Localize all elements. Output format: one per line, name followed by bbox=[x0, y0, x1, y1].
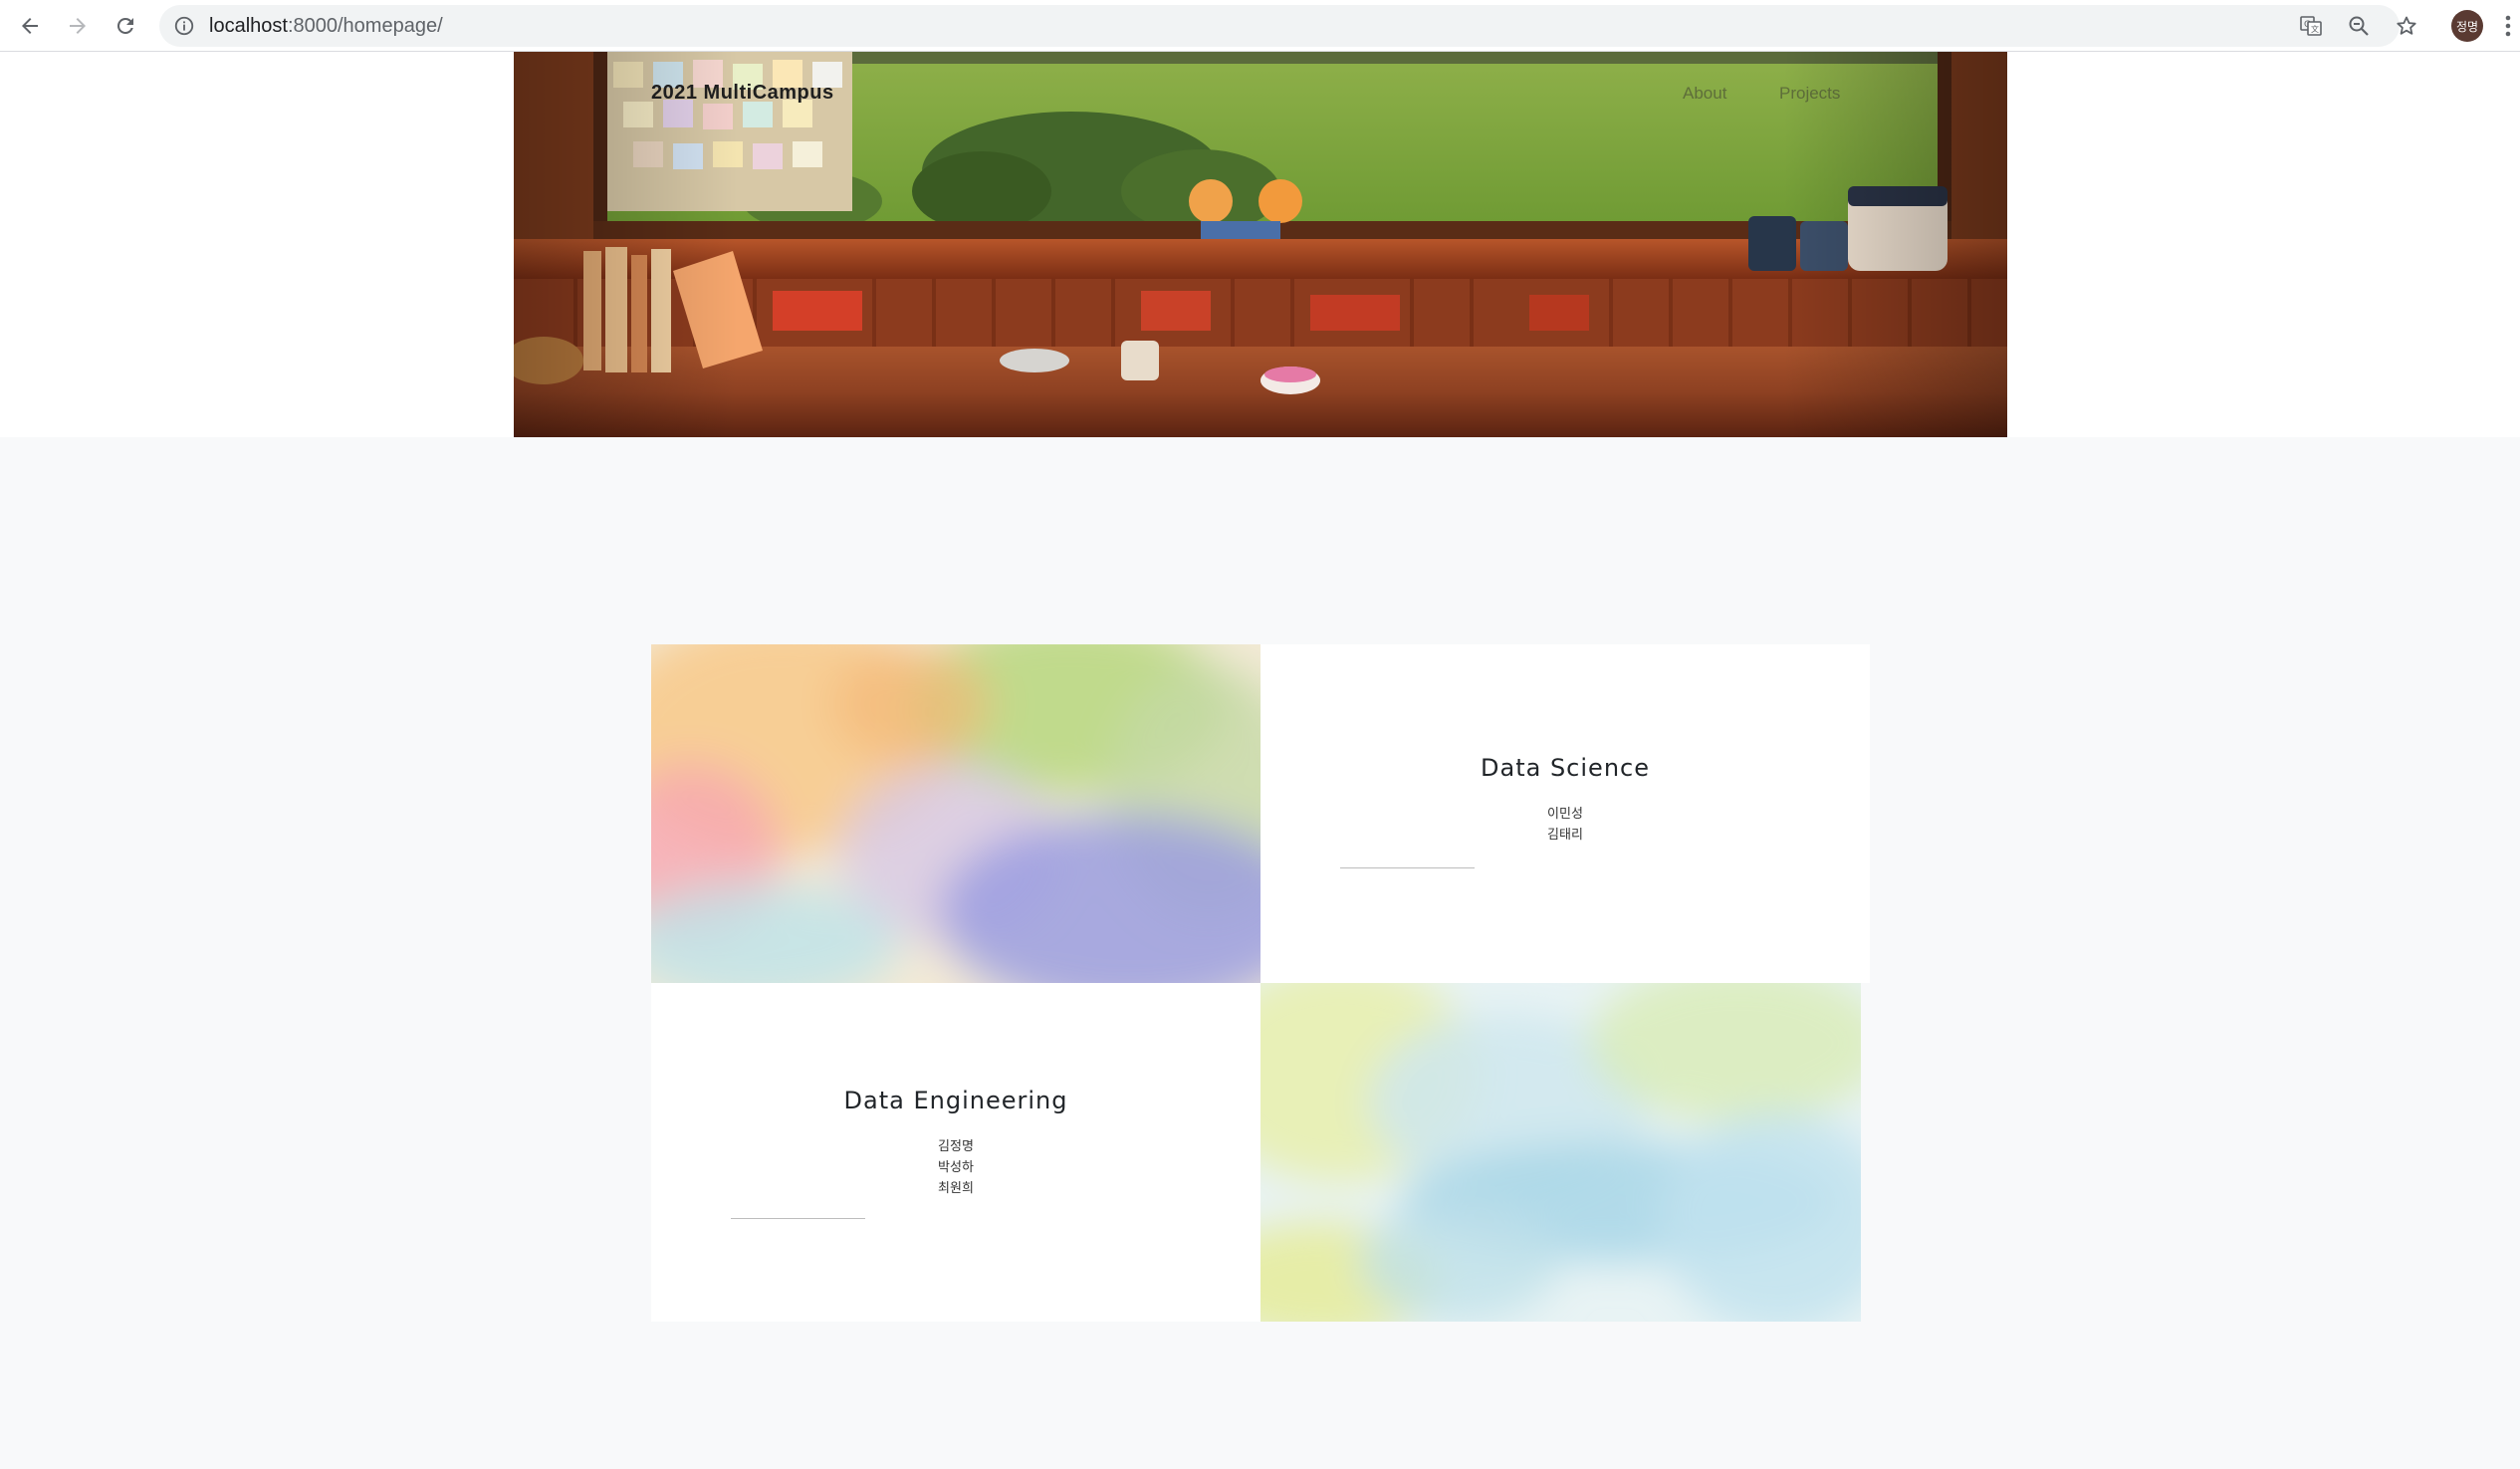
reload-button[interactable] bbox=[108, 8, 143, 44]
member-name: 최원희 bbox=[938, 1181, 974, 1196]
nav-link-about[interactable]: About bbox=[1683, 84, 1726, 104]
brand-logo[interactable]: 2021 MultiCampus bbox=[651, 82, 834, 105]
page-content: 2021 MultiCampus About Projects Data Sci… bbox=[0, 52, 2520, 1469]
divider bbox=[1340, 867, 1475, 868]
reload-icon bbox=[116, 17, 133, 34]
url-text[interactable]: localhost:8000/homepage/ bbox=[209, 5, 443, 47]
back-button[interactable] bbox=[12, 8, 48, 44]
zoom-out-icon bbox=[2349, 16, 2369, 36]
url-host: localhost bbox=[209, 15, 288, 37]
project-card-data-engineering[interactable]: Data Engineering 김정명 박성하 최원희 bbox=[651, 983, 1260, 1322]
menu-kebab-icon[interactable] bbox=[2501, 11, 2515, 41]
svg-text:文: 文 bbox=[2311, 24, 2319, 34]
forward-button[interactable] bbox=[60, 8, 96, 44]
profile-avatar[interactable]: 정명 bbox=[2451, 10, 2483, 42]
browser-toolbar: localhost:8000/homepage/ G 文 정명 bbox=[0, 0, 2520, 52]
star-icon bbox=[2397, 16, 2416, 35]
url-path: :8000/homepage/ bbox=[287, 15, 443, 37]
member-name: 박성하 bbox=[938, 1160, 974, 1175]
arrow-left-icon bbox=[22, 18, 38, 34]
nav-link-projects[interactable]: Projects bbox=[1779, 84, 1840, 104]
project-title: Data Engineering bbox=[843, 1087, 1068, 1114]
project-title: Data Science bbox=[1481, 754, 1650, 782]
translate-icon: G 文 bbox=[2300, 16, 2322, 36]
bookmark-button[interactable] bbox=[2392, 11, 2421, 41]
member-name: 김태리 bbox=[1547, 828, 1583, 843]
project-image-data-engineering bbox=[1260, 983, 1861, 1322]
divider bbox=[731, 1218, 865, 1219]
arrow-right-icon bbox=[70, 18, 86, 34]
zoom-button[interactable] bbox=[2344, 11, 2374, 41]
project-members: 김정명 박성하 최원희 bbox=[651, 1136, 1260, 1199]
member-name: 이민성 bbox=[1547, 807, 1583, 822]
hero-image bbox=[514, 52, 2007, 437]
address-bar[interactable]: localhost:8000/homepage/ bbox=[159, 5, 2400, 47]
project-card-data-science[interactable]: Data Science 이민성 김태리 bbox=[1260, 644, 1870, 983]
project-members: 이민성 김태리 bbox=[1260, 804, 1870, 846]
info-icon[interactable] bbox=[173, 15, 195, 37]
translate-button[interactable]: G 文 bbox=[2296, 11, 2326, 41]
member-name: 김정명 bbox=[938, 1139, 974, 1154]
project-image-data-science bbox=[651, 644, 1260, 983]
